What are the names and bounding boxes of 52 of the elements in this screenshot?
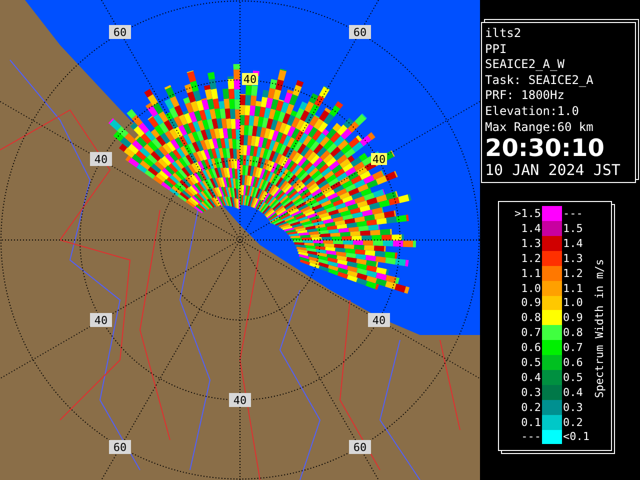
legend-label: <0.1 — [563, 430, 589, 444]
legend-label: 1.4 — [563, 236, 584, 250]
time-text: 20:30:10 — [485, 135, 606, 162]
legend-label: 0.4 — [563, 386, 584, 399]
legend-label: 0.7 — [520, 326, 541, 340]
legend-label: 0.3 — [520, 386, 541, 399]
legend-label: --- — [520, 430, 541, 444]
legend-label: 0.9 — [563, 311, 584, 324]
legend-label: 1.2 — [563, 266, 584, 280]
info-text: SEAICE2_A_W — [485, 57, 566, 73]
legend-label: 0.2 — [563, 416, 584, 429]
legend-label: 1.3 — [563, 252, 584, 265]
legend-title: Spectrum Width in m/s — [594, 258, 606, 398]
legend-label: 0.8 — [520, 311, 541, 324]
range-label: 40 — [90, 313, 112, 327]
range-label: 60 — [349, 25, 371, 39]
range-label: 40 — [90, 152, 112, 166]
info-text: Elevation:1.0 — [485, 104, 580, 120]
legend-label: 1.4 — [520, 222, 541, 235]
range-label: 40 — [368, 313, 390, 327]
legend-label: 1.1 — [563, 282, 584, 295]
legend-label: --- — [563, 207, 584, 220]
legend-label: 0.8 — [563, 326, 584, 340]
legend-label: 0.1 — [520, 416, 541, 429]
date-text: 10 JAN 2024 JST — [485, 161, 622, 180]
range-label: 40 — [371, 153, 387, 166]
legend-label: 1.1 — [520, 266, 541, 280]
range-label: 60 — [109, 25, 131, 39]
legend-label: 0.6 — [520, 341, 541, 354]
legend-label: 0.7 — [563, 341, 584, 354]
legend-label: 1.0 — [563, 296, 584, 310]
legend-label: 0.5 — [520, 356, 541, 369]
info-text: ilts2 — [485, 26, 522, 42]
range-label: 40 — [242, 73, 258, 86]
legend-label: 0.5 — [563, 370, 584, 384]
info-text: Task: SEAICE2_A — [485, 72, 594, 88]
legend-label: 0.9 — [520, 296, 541, 310]
legend-label: 1.2 — [520, 252, 541, 265]
range-label: 60 — [349, 440, 371, 454]
range-label: 60 — [109, 440, 131, 454]
legend-label: 0.3 — [563, 400, 584, 414]
legend-label: >1.5 — [514, 207, 541, 220]
legend-label: 0.2 — [520, 400, 541, 414]
legend-label: 1.5 — [563, 222, 584, 235]
info-text: PPI — [485, 42, 508, 58]
range-label: 40 — [229, 393, 251, 407]
legend-label: 1.0 — [520, 282, 541, 295]
legend-label: 1.3 — [520, 236, 541, 250]
info-text: Max Range:60 km — [485, 120, 594, 136]
info-text: PRF: 1800Hz — [485, 88, 566, 104]
legend-label: 0.4 — [520, 370, 541, 384]
legend-label: 0.6 — [563, 356, 584, 369]
